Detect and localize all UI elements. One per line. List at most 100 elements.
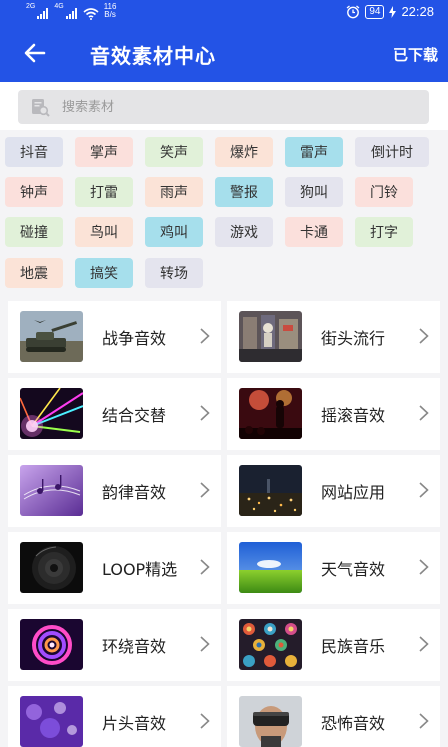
tag-doorbell[interactable]: 门铃 (355, 177, 413, 207)
chevron-right-icon (200, 482, 210, 498)
colorful-swirl-icon (20, 619, 83, 670)
tag-label: 门铃 (370, 185, 398, 201)
category-card-alternate[interactable]: 结合交替 (8, 378, 221, 450)
tag-typing[interactable]: 打字 (355, 217, 413, 247)
tag-rooster[interactable]: 鸡叫 (145, 217, 203, 247)
tag-rain[interactable]: 雨声 (145, 177, 203, 207)
category-card-loop[interactable]: LOOP精选 (8, 532, 221, 604)
tag-dog-bark[interactable]: 狗叫 (285, 177, 343, 207)
category-label: 摇滚音效 (321, 406, 386, 425)
back-arrow-icon[interactable] (22, 40, 48, 66)
tag-label: 打雷 (90, 185, 118, 201)
app-header: 音效素材中心 已下载 (0, 26, 448, 82)
clock-time: 22:28 (401, 4, 434, 19)
chevron-right-icon (419, 328, 429, 344)
category-label: 街头流行 (321, 329, 386, 348)
category-card-rock[interactable]: 摇滚音效 (227, 378, 440, 450)
network-speed: 116 B/s (104, 3, 117, 19)
tag-cartoon[interactable]: 卡通 (285, 217, 343, 247)
tag-label: 警报 (230, 185, 258, 201)
tag-countdown[interactable]: 倒计时 (355, 137, 429, 167)
category-card-weather[interactable]: 天气音效 (227, 532, 440, 604)
purple-bokeh-icon (20, 696, 83, 747)
chevron-right-icon (419, 482, 429, 498)
tag-label: 狗叫 (300, 185, 328, 201)
search-section (0, 82, 448, 130)
category-label: 环绕音效 (102, 637, 167, 656)
tag-label: 鸟叫 (90, 225, 118, 241)
category-card-horror[interactable]: 恐怖音效 (227, 686, 440, 747)
tag-label: 雨声 (160, 185, 188, 201)
tag-label: 爆炸 (230, 145, 258, 161)
category-card-rhythm[interactable]: 韵律音效 (8, 455, 221, 527)
tag-label: 碰撞 (20, 225, 48, 241)
chevron-right-icon (200, 328, 210, 344)
tag-collision[interactable]: 碰撞 (5, 217, 63, 247)
category-card-intro[interactable]: 片头音效 (8, 686, 221, 747)
tag-label: 卡通 (300, 225, 328, 241)
page-title: 音效素材中心 (90, 44, 216, 68)
rock-concert-icon (239, 388, 302, 439)
category-card-street[interactable]: 街头流行 (227, 301, 440, 373)
category-label: 网站应用 (321, 483, 386, 502)
vr-headset-icon (239, 696, 302, 747)
chevron-right-icon (200, 405, 210, 421)
tag-game[interactable]: 游戏 (215, 217, 273, 247)
search-input[interactable] (62, 90, 402, 124)
war-tank-icon (20, 311, 83, 362)
tag-cloud: 抖音 掌声 笑声 爆炸 雷声 倒计时 钟声 打雷 雨声 警报 狗叫 门铃 碰撞 … (0, 130, 448, 297)
category-label: 韵律音效 (102, 483, 167, 502)
signal-1-label: 2G (26, 3, 36, 10)
tag-thunder[interactable]: 雷声 (285, 137, 343, 167)
status-bar: 2G 4G 116 B/s 94 22:28 (0, 0, 448, 26)
tag-transition[interactable]: 转场 (145, 258, 203, 288)
search-box[interactable] (18, 90, 429, 124)
category-card-surround[interactable]: 环绕音效 (8, 609, 221, 681)
category-label: 结合交替 (102, 406, 167, 425)
charging-icon (389, 5, 397, 18)
category-label: 战争音效 (102, 329, 167, 348)
tag-label: 雷声 (300, 145, 328, 161)
tag-explosion[interactable]: 爆炸 (215, 137, 273, 167)
chevron-right-icon (200, 559, 210, 575)
tag-douyin[interactable]: 抖音 (5, 137, 63, 167)
tag-bell[interactable]: 钟声 (5, 177, 63, 207)
battery-icon: 94 (365, 4, 385, 19)
category-card-ethnic[interactable]: 民族音乐 (227, 609, 440, 681)
chevron-right-icon (419, 559, 429, 575)
tag-bird[interactable]: 鸟叫 (75, 217, 133, 247)
tag-label: 掌声 (90, 145, 118, 161)
tag-label: 游戏 (230, 225, 258, 241)
search-document-icon (32, 99, 50, 117)
ethnic-pattern-icon (239, 619, 302, 670)
signal-bars-icon (37, 7, 49, 19)
category-label: 片头音效 (102, 714, 167, 733)
chevron-right-icon (200, 636, 210, 652)
alarm-clock-icon (346, 4, 360, 18)
category-card-web-app[interactable]: 网站应用 (227, 455, 440, 527)
tag-earthquake[interactable]: 地震 (5, 258, 63, 288)
signal-2-label: 4G (54, 3, 64, 10)
tag-laughter[interactable]: 笑声 (145, 137, 203, 167)
tag-label: 鸡叫 (160, 225, 188, 241)
tag-label: 地震 (20, 266, 48, 282)
tag-alarm[interactable]: 警报 (215, 177, 273, 207)
chevron-right-icon (419, 405, 429, 421)
speed-unit: B/s (104, 10, 116, 19)
category-card-war[interactable]: 战争音效 (8, 301, 221, 373)
city-night-icon (239, 465, 302, 516)
tag-applause[interactable]: 掌声 (75, 137, 133, 167)
downloaded-button[interactable]: 已下载 (393, 44, 438, 65)
tag-label: 搞笑 (90, 266, 118, 282)
wifi-icon (83, 8, 99, 20)
sky-meadow-icon (239, 542, 302, 593)
tag-funny[interactable]: 搞笑 (75, 258, 133, 288)
tag-label: 钟声 (20, 185, 48, 201)
tag-label: 转场 (160, 266, 188, 282)
chevron-right-icon (419, 713, 429, 729)
category-label: 天气音效 (321, 560, 386, 579)
tag-thunderclap[interactable]: 打雷 (75, 177, 133, 207)
category-label: LOOP精选 (102, 560, 178, 579)
chevron-right-icon (200, 713, 210, 729)
tag-label: 抖音 (20, 145, 48, 161)
